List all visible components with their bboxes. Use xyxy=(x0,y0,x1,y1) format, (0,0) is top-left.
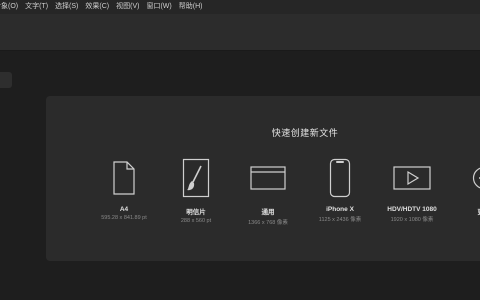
control-toolbar xyxy=(0,14,480,50)
preset-iphone-x[interactable]: iPhone X 1125 x 2436 像素 xyxy=(305,158,375,223)
preset-a4[interactable]: A4 595.28 x 841.89 pt xyxy=(89,158,159,221)
preset-name: 更多 xyxy=(449,206,480,216)
preset-more[interactable]: 更多 xyxy=(449,158,480,216)
preset-name: A4 xyxy=(119,206,129,213)
menu-bar: 对象(O) 文字(T) 选择(S) 效果(C) 视图(V) 窗口(W) 帮助(H… xyxy=(0,0,480,14)
document-icon xyxy=(89,158,159,198)
preset-name: HDV/HDTV 1080 xyxy=(387,206,437,213)
menu-select[interactable]: 选择(S) xyxy=(55,0,78,14)
preset-hdtv-1080[interactable]: HDV/HDTV 1080 1920 x 1080 像素 xyxy=(377,158,447,223)
preset-name: 通用 xyxy=(261,209,275,216)
preset-postcard[interactable]: 明信片 288 x 560 pt xyxy=(161,158,231,224)
preset-name: iPhone X xyxy=(326,206,354,213)
preset-dimensions: 1366 x 768 像素 xyxy=(248,220,288,226)
toolbar-divider xyxy=(0,50,480,51)
side-panel-tab[interactable] xyxy=(0,72,12,88)
menu-help[interactable]: 帮助(H) xyxy=(179,0,203,14)
postcard-brush-icon xyxy=(161,158,231,198)
video-play-icon xyxy=(377,158,447,198)
preset-dimensions: 1125 x 2436 像素 xyxy=(318,217,362,223)
preset-common[interactable]: 通用 1366 x 768 像素 xyxy=(233,158,303,226)
browser-window-icon xyxy=(233,158,303,198)
preset-dimensions: 1920 x 1080 像素 xyxy=(390,217,434,223)
more-presets-icon xyxy=(449,158,480,198)
menu-window[interactable]: 窗口(W) xyxy=(146,0,171,14)
preset-dimensions: 595.28 x 841.89 pt xyxy=(101,215,147,221)
phone-icon xyxy=(305,158,375,198)
menu-object[interactable]: 对象(O) xyxy=(0,0,18,14)
menu-effect[interactable]: 效果(C) xyxy=(85,0,109,14)
menu-view[interactable]: 视图(V) xyxy=(116,0,139,14)
preset-name: 明信片 xyxy=(186,209,206,216)
menu-type[interactable]: 文字(T) xyxy=(25,0,48,14)
new-file-panel-title: 快速创建新文件 xyxy=(271,128,339,138)
preset-dimensions: 288 x 560 pt xyxy=(180,218,212,224)
